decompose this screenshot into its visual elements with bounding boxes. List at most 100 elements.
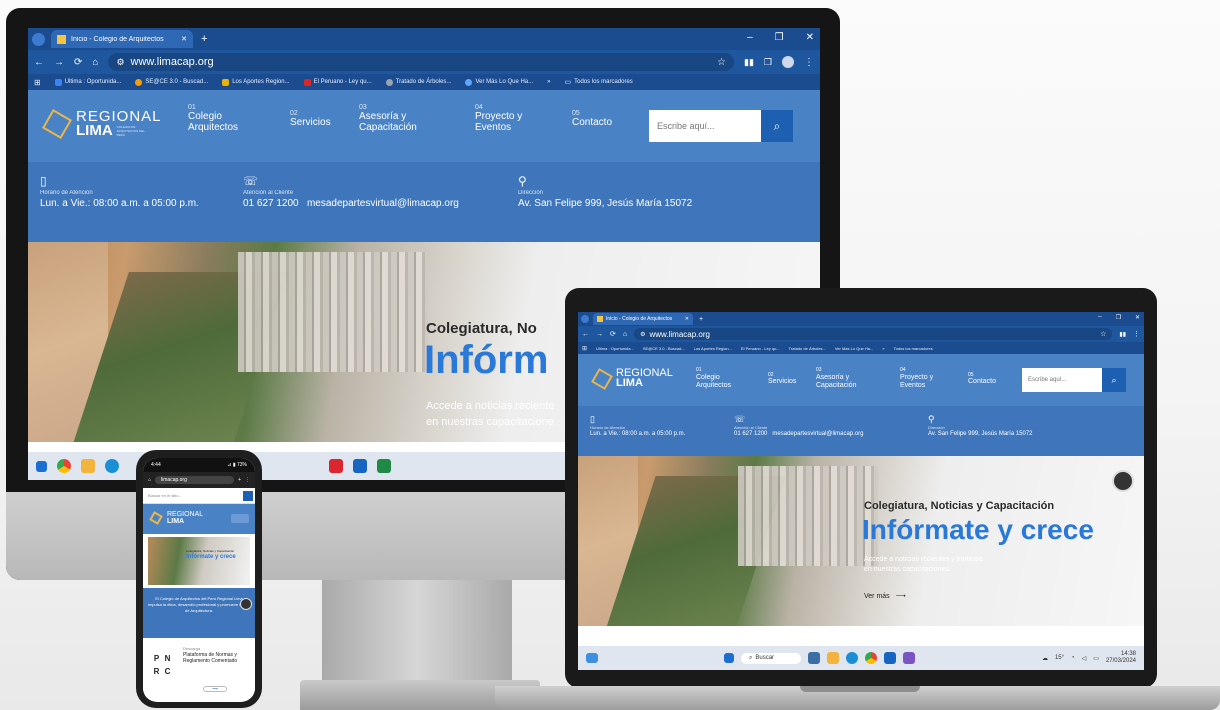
tab-search-icon[interactable] xyxy=(581,315,589,323)
minimize-button[interactable]: – xyxy=(1098,314,1101,321)
tab-search-icon[interactable] xyxy=(32,32,45,46)
new-tab-button[interactable]: + xyxy=(201,33,207,45)
acrobat-icon[interactable] xyxy=(329,459,343,473)
home-button[interactable]: ⌂ xyxy=(623,331,627,338)
bookmark-item[interactable]: El Peruano - Ley qu... xyxy=(303,78,372,86)
site-logo[interactable]: REGIONAL LIMA xyxy=(591,368,673,390)
browser-tab-active[interactable]: Inicio - Colegio de Arquitectos ✕ xyxy=(51,30,193,48)
minimize-button[interactable]: – xyxy=(747,32,753,43)
sidepanel-icon[interactable]: ❒ xyxy=(764,57,772,68)
laptop-browser-tab[interactable]: Inicio - Colegio de Arquitectos ✕ xyxy=(593,313,693,325)
nav-contacto[interactable]: 05 Contacto xyxy=(968,372,996,385)
nav-proyecto[interactable]: 04 Proyecto y Eventos xyxy=(475,104,537,133)
search-button[interactable] xyxy=(243,490,253,501)
bookmark-item[interactable]: SE@CE 3.0 - Buscad... xyxy=(643,346,685,351)
nav-asesoria[interactable]: 03 Asesoría y Capacitación xyxy=(816,366,874,390)
bookmark-item[interactable]: Ver Más Lo Que Ha... xyxy=(465,78,533,86)
phone-url-box[interactable]: limacap.org xyxy=(155,476,235,484)
outlook-icon[interactable] xyxy=(884,652,896,664)
bookmark-item[interactable]: Ultima : Oportunida... xyxy=(596,346,634,351)
search-button[interactable]: ⌕ xyxy=(1102,368,1126,392)
site-search-input[interactable]: Escribe aquí... xyxy=(1022,368,1102,392)
phone-pnrc-block[interactable]: PN RC Descarga Plataforma de Normas y Re… xyxy=(143,638,255,698)
close-button[interactable]: ✕ xyxy=(806,32,814,43)
nav-contacto[interactable]: 05 Contacto xyxy=(572,110,612,128)
site-search-input[interactable]: Escribe aquí... xyxy=(649,110,761,142)
windows-start-icon[interactable] xyxy=(36,460,47,472)
nav-proyecto[interactable]: 04 Proyecto y Eventos xyxy=(900,366,946,390)
email-link[interactable]: mesadepartesvirtual@limacap.org xyxy=(772,431,863,437)
volume-icon[interactable]: ◁ xyxy=(1082,655,1087,662)
clock[interactable]: 14:38 27/03/2024 xyxy=(1106,651,1136,665)
site-logo[interactable]: REGIONAL LIMA xyxy=(167,511,203,525)
chrome-icon[interactable] xyxy=(865,652,877,664)
all-bookmarks-button[interactable]: Todos los marcadores xyxy=(894,346,933,351)
forward-button[interactable]: → xyxy=(596,331,603,338)
chrome-icon[interactable] xyxy=(57,459,71,473)
bookmark-item[interactable]: SE@CE 3.0 - Buscad... xyxy=(135,78,208,86)
close-button[interactable]: ✕ xyxy=(1135,314,1140,321)
nav-asesoria[interactable]: 03 Asesoría y Capacitación xyxy=(359,104,439,133)
tab-close-icon[interactable]: ✕ xyxy=(181,35,187,43)
email-link[interactable]: mesadepartesvirtual@limacap.org xyxy=(307,198,459,209)
bookmark-item[interactable]: Los Aportes Region... xyxy=(694,346,732,351)
reload-button[interactable]: ⟳ xyxy=(610,330,616,338)
nav-colegio[interactable]: 01 Colegio Arquitectos xyxy=(696,366,742,390)
bookmark-star-icon[interactable]: ☆ xyxy=(717,57,726,68)
taskbar-search[interactable]: ⌕ Buscar xyxy=(741,652,801,664)
reload-button[interactable]: ⟳ xyxy=(74,57,82,68)
explorer-icon[interactable] xyxy=(827,652,839,664)
apps-grid-icon[interactable]: ⊞ xyxy=(34,78,41,87)
maximize-button[interactable]: ❐ xyxy=(1116,314,1121,321)
maximize-button[interactable]: ❐ xyxy=(775,32,784,43)
back-button[interactable]: ← xyxy=(582,331,589,338)
edge-icon[interactable] xyxy=(105,459,119,473)
windows-start-icon[interactable] xyxy=(724,653,734,663)
nav-colegio[interactable]: 01 Colegio Arquitectos xyxy=(188,104,250,133)
url-box[interactable]: ⚙ www.limacap.org ☆ xyxy=(108,53,735,71)
battery-icon[interactable]: ▭ xyxy=(1093,655,1099,662)
site-logo[interactable]: REGIONAL LIMA COLEGIO DE ARQUITECTOS DEL… xyxy=(41,108,162,140)
bookmark-item[interactable]: Ultima : Oportunida... xyxy=(54,78,121,86)
new-tab-button[interactable]: + xyxy=(699,316,703,323)
excel-icon[interactable] xyxy=(377,459,391,473)
explorer-icon[interactable] xyxy=(81,459,95,473)
widgets-icon[interactable] xyxy=(586,653,598,663)
menu-kebab-icon[interactable]: ⋮ xyxy=(804,57,814,68)
menu-kebab-icon[interactable]: ⋮ xyxy=(245,477,250,483)
bookmark-star-icon[interactable]: ☆ xyxy=(1100,330,1106,338)
url-box[interactable]: ⚙ www.limacap.org ☆ xyxy=(634,328,1113,340)
menu-hamburger-icon[interactable] xyxy=(231,514,249,523)
bookmark-item[interactable]: Los Aportes Region... xyxy=(222,78,290,86)
bookmark-item[interactable]: El Peruano - Ley qu... xyxy=(741,346,780,351)
new-tab-icon[interactable]: + xyxy=(238,477,241,483)
hero-cta-link[interactable]: Ver más ⟶ xyxy=(864,592,906,601)
home-icon[interactable]: ⌂ xyxy=(148,477,151,483)
wifi-icon[interactable]: ◔ xyxy=(1071,655,1075,661)
bookmark-item[interactable]: Ver Más Lo Que Ha... xyxy=(835,346,873,351)
extensions-icon[interactable]: ▮▮ xyxy=(744,57,754,68)
apps-grid-icon[interactable]: ⊞ xyxy=(582,345,587,352)
all-bookmarks-button[interactable]: ▭ Todos los marcadores xyxy=(564,78,632,86)
bookmark-item[interactable]: Tratado de Árboles... xyxy=(789,346,826,351)
outlook-icon[interactable] xyxy=(353,459,367,473)
bookmark-item[interactable]: Tratado de Árboles... xyxy=(385,78,451,86)
menu-kebab-icon[interactable]: ⋮ xyxy=(1133,330,1140,338)
phone-search-input[interactable]: Buscar en el sitio... xyxy=(145,493,243,498)
profile-icon[interactable] xyxy=(782,56,794,68)
app-icon[interactable] xyxy=(808,652,820,664)
forward-button[interactable]: → xyxy=(54,57,64,68)
site-info-icon[interactable]: ⚙ xyxy=(116,57,124,68)
store-icon[interactable] xyxy=(903,652,915,664)
extensions-icon[interactable]: ▮▮ xyxy=(1119,331,1126,338)
bookmarks-overflow-button[interactable]: » xyxy=(547,79,550,85)
home-button[interactable]: ⌂ xyxy=(92,57,98,68)
bookmarks-overflow-button[interactable]: » xyxy=(882,346,884,351)
tab-close-icon[interactable]: ✕ xyxy=(685,316,689,322)
pnrc-arrow-button[interactable]: ⟶ xyxy=(203,686,227,692)
weather-icon[interactable]: ☁ xyxy=(1042,655,1048,662)
back-button[interactable]: ← xyxy=(34,57,44,68)
edge-icon[interactable] xyxy=(846,652,858,664)
nav-servicios[interactable]: 02 Servicios xyxy=(768,372,796,385)
nav-servicios[interactable]: 02 Servicios xyxy=(290,110,331,128)
